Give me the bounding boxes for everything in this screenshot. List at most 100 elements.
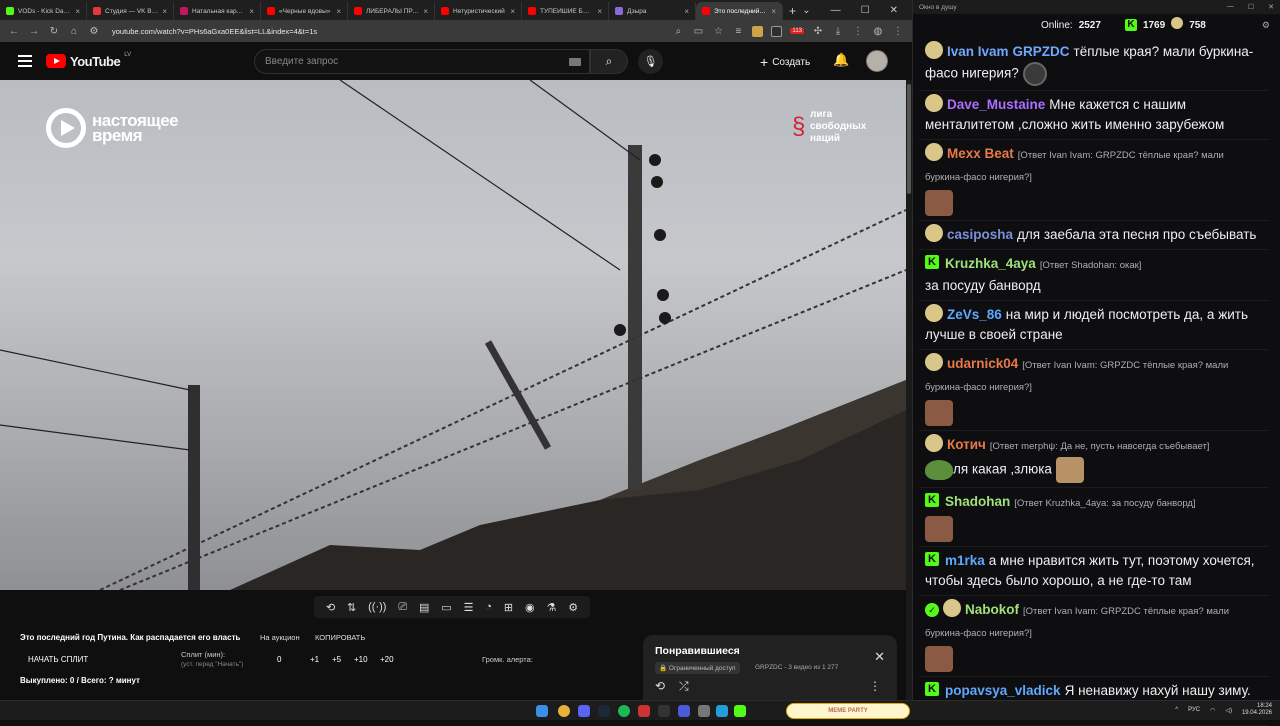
keyboard-icon[interactable] (569, 58, 581, 66)
spotify-icon[interactable] (618, 705, 630, 717)
shuffle-icon[interactable]: ⤮ (679, 679, 689, 694)
download-icon[interactable]: ⤓ (832, 26, 844, 37)
meme-party-widget[interactable]: MEME PARTY (786, 703, 910, 719)
forward-icon[interactable]: → (28, 26, 40, 37)
scrollbar-thumb[interactable] (907, 84, 911, 194)
tab-close-icon[interactable]: × (771, 7, 776, 16)
steam-icon[interactable] (598, 705, 610, 717)
close-window-button[interactable]: ✕ (890, 5, 898, 16)
windows-start-icon[interactable] (536, 705, 548, 717)
tab-close-icon[interactable]: × (597, 7, 602, 16)
split-value[interactable]: 0 (277, 655, 281, 664)
chat-username[interactable]: m1rka (945, 553, 985, 568)
zoom-icon[interactable]: ⌕ (672, 26, 684, 37)
settings-icon[interactable]: ⚙ (1262, 20, 1270, 31)
browser-tab[interactable]: «Черные вдовы» × (261, 2, 348, 20)
hamburger-menu-icon[interactable] (18, 55, 32, 67)
browser-tab[interactable]: ЛИБЕРАЛЫ ПРАВЫ × (348, 2, 435, 20)
chat-username[interactable]: Nabokof (965, 602, 1019, 617)
tab-groups-icon[interactable]: ⋮ (852, 26, 864, 37)
search-button[interactable]: ⌕ (590, 49, 628, 74)
playlist-title[interactable]: Понравившиеся (655, 645, 740, 657)
camera-icon[interactable]: ◉ (525, 601, 535, 614)
sort-icon[interactable]: ⇅ (347, 601, 356, 614)
extensions-puzzle-icon[interactable]: ✣ (812, 26, 824, 37)
tab-close-icon[interactable]: × (162, 7, 167, 16)
app-icon[interactable] (698, 705, 710, 717)
profile-icon[interactable]: ◍ (872, 26, 884, 37)
extension-icon[interactable] (771, 25, 783, 37)
chat-username[interactable]: Mexx Beat (947, 146, 1014, 161)
miniplayer-icon[interactable]: ▭ (441, 601, 451, 614)
extension-icon[interactable] (752, 25, 764, 37)
clock[interactable]: 18:24 19.04.2026 (1242, 703, 1272, 717)
broadcast-icon[interactable]: ((·)) (368, 601, 386, 613)
speed-icon[interactable]: ◔ (485, 601, 492, 613)
tray-chevron-icon[interactable]: ^ (1175, 707, 1178, 713)
film-icon[interactable]: ▤ (419, 601, 429, 614)
minimize-button[interactable]: — (831, 5, 841, 16)
sidebar-icon[interactable]: ≡ (732, 26, 744, 37)
kick-icon[interactable] (734, 705, 746, 717)
add-20-button[interactable]: +20 (380, 655, 394, 664)
chat-reply-reference[interactable]: [Ответ meгрhψ: Да не, пусть навсегда съе… (990, 441, 1210, 452)
discord-icon[interactable] (578, 705, 590, 717)
playlist-icon[interactable]: ☰ (464, 601, 474, 614)
chat-username-secondary[interactable]: GRPZDC (1013, 44, 1070, 59)
telegram-icon[interactable] (716, 705, 728, 717)
add-icon[interactable]: ⊞ (504, 601, 513, 614)
url-field[interactable]: youtube.com/watch?v=PHs6aGxa0EE&list=LL&… (108, 27, 664, 36)
chrome-icon[interactable] (558, 705, 570, 717)
tab-close-icon[interactable]: × (336, 7, 341, 16)
chat-username[interactable]: popavsya_vladick (945, 683, 1061, 698)
close-icon[interactable]: ✕ (874, 649, 885, 665)
start-split-button[interactable]: НАЧАТЬ СПЛИТ (28, 655, 88, 664)
maximize-button[interactable]: ☐ (1248, 3, 1254, 11)
browser-tab[interactable]: Дзыра × (609, 2, 696, 20)
browser-tab[interactable]: Это последний год × (696, 2, 783, 20)
on-auction-button[interactable]: На аукцион (260, 633, 300, 642)
browser-tab[interactable]: Нетуристический × (435, 2, 522, 20)
bookmark-star-icon[interactable]: ☆ (712, 26, 724, 37)
mic-icon[interactable]: 🎙 (638, 49, 663, 74)
chat-username[interactable]: udarnick04 (947, 356, 1018, 371)
more-options-icon[interactable]: ⋮ (869, 679, 881, 693)
tab-close-icon[interactable]: × (249, 7, 254, 16)
add-10-button[interactable]: +10 (354, 655, 368, 664)
browser-tab[interactable]: VODs - Kick Dashbo × (0, 2, 87, 20)
loop-icon[interactable]: ⟲ (326, 601, 335, 614)
chat-username[interactable]: ZeVs_86 (947, 307, 1002, 322)
home-icon[interactable]: ⌂ (68, 26, 80, 37)
browser-tab[interactable]: ТУПЕЙШИЕ БЕЛЫЕ × (522, 2, 609, 20)
reload-icon[interactable]: ↻ (48, 26, 60, 37)
cast-icon[interactable]: ▭ (692, 26, 704, 37)
chat-username[interactable]: Ivan Ivam (947, 44, 1009, 59)
volume-icon[interactable]: ◁) (1225, 707, 1232, 714)
tab-close-icon[interactable]: × (423, 7, 428, 16)
new-tab-button[interactable]: + (783, 2, 802, 20)
browser-tab[interactable]: Натальная карта Р × (174, 2, 261, 20)
menu-icon[interactable]: ⋮ (892, 26, 904, 37)
lang-indicator[interactable]: РУС (1188, 707, 1200, 713)
chat-reply-reference[interactable]: [Ответ Shadohan: окак] (1040, 260, 1142, 271)
notifications-bell-icon[interactable]: 🔔 (833, 52, 849, 68)
chat-reply-reference[interactable]: [Ответ Kruzhka_4aya: за посуду банворд] (1014, 498, 1195, 509)
app-icon[interactable] (638, 705, 650, 717)
chat-username[interactable]: casiposha (947, 227, 1013, 242)
tab-close-icon[interactable]: × (684, 7, 689, 16)
browser-tab[interactable]: Студия — VK Видео × (87, 2, 174, 20)
copy-button[interactable]: КОПИРОВАТЬ (315, 633, 365, 642)
maximize-button[interactable]: ☐ (861, 5, 870, 16)
site-info-icon[interactable]: ⚙ (88, 26, 100, 37)
chat-username[interactable]: Shadohan (945, 494, 1010, 509)
wifi-icon[interactable]: ◠ (1210, 707, 1215, 714)
avatar[interactable] (866, 50, 888, 72)
youtube-logo[interactable]: YouTube LV (46, 52, 131, 69)
chat-username[interactable]: Dave_Mustaine (947, 97, 1045, 112)
tab-close-icon[interactable]: × (75, 7, 80, 16)
obs-icon[interactable] (658, 705, 670, 717)
tab-search-icon[interactable]: ⌄ (802, 5, 810, 16)
add-1-button[interactable]: +1 (310, 655, 319, 664)
search-input[interactable]: Введите запрос (254, 49, 590, 74)
create-button[interactable]: + Создать (760, 54, 810, 70)
